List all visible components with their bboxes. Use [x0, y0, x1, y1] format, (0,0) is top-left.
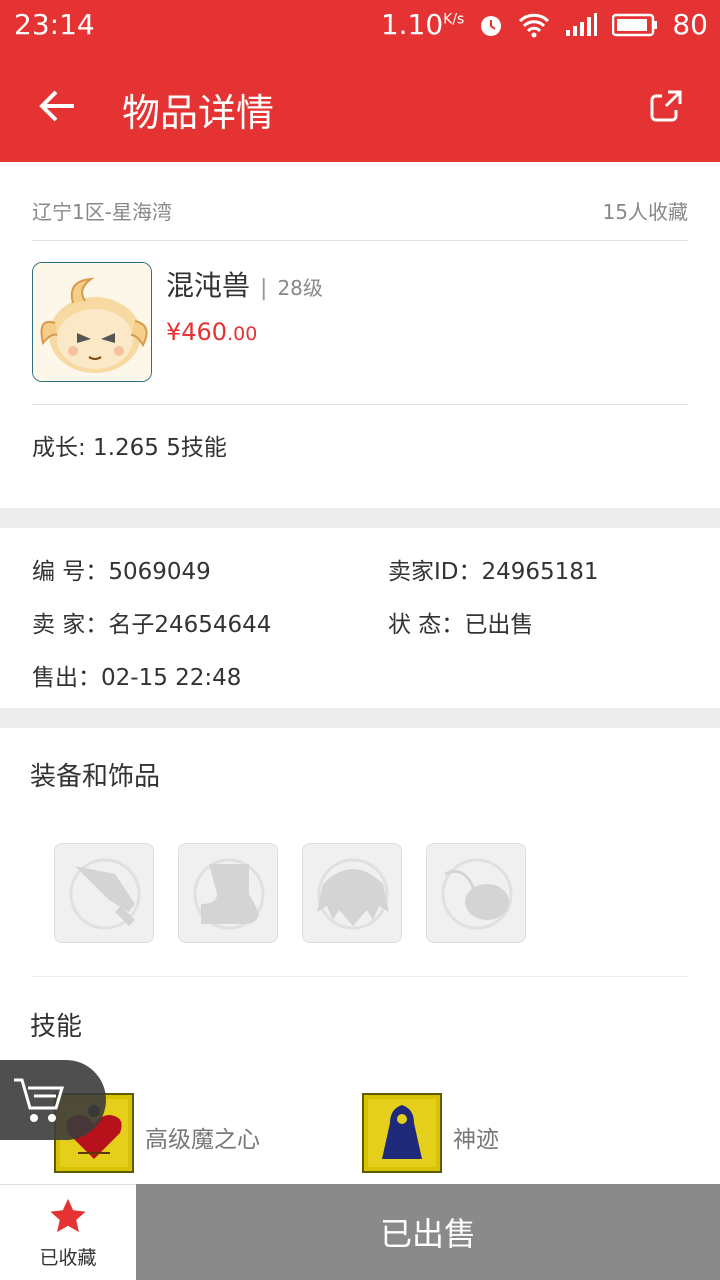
status-indicators: 1.10K/s 80 [381, 8, 708, 41]
boots-slot[interactable] [178, 843, 278, 943]
item-number: 编 号：5069049 [32, 559, 211, 585]
status-bar: 23:14 1.10K/s 80 [0, 0, 720, 50]
divider [32, 976, 688, 977]
chaos-beast-image [33, 263, 151, 381]
wifi-icon [519, 13, 550, 37]
app-header: 23:14 1.10K/s 80 物品详情 [0, 0, 720, 162]
page-title: 物品详情 [122, 91, 275, 135]
weapon-icon [69, 858, 141, 930]
battery-level: 80 [672, 8, 708, 41]
sold-time: 售出：02-15 22:48 [32, 665, 242, 691]
alarm-icon [481, 15, 502, 36]
pet-avatar [32, 262, 152, 382]
seller-id: 卖家ID：24965181 [388, 559, 599, 585]
star-icon [50, 1198, 86, 1233]
favorite-button[interactable]: 已收藏 [0, 1184, 136, 1280]
armor-icon [317, 858, 389, 930]
name-separator: | [260, 276, 268, 301]
signal-icon [566, 12, 598, 36]
favorite-count: 15人收藏 [602, 200, 688, 224]
skill-name: 高级魔之心 [145, 1127, 260, 1153]
battery-icon [612, 13, 658, 36]
back-arrow-icon[interactable] [38, 86, 78, 126]
pet-name: 混沌兽 [166, 269, 251, 302]
miracle-icon [368, 1099, 436, 1167]
item-status: 状 态：已出售 [388, 612, 534, 638]
section-gap [0, 708, 720, 728]
accessory-slot[interactable] [426, 843, 526, 943]
share-icon[interactable] [648, 88, 684, 124]
skill-name: 神迹 [453, 1127, 499, 1153]
boots-icon [193, 858, 265, 930]
pet-level: 28级 [277, 276, 323, 300]
accessory-icon [441, 858, 513, 930]
divider [32, 240, 688, 241]
price: ¥460.00 [166, 318, 257, 346]
pet-name-row: 混沌兽 | 28级 [166, 264, 323, 304]
growth-info: 成长: 1.265 5技能 [32, 435, 227, 461]
cart-button[interactable] [0, 1060, 106, 1140]
seller-name: 卖 家：名子24654644 [32, 612, 272, 638]
network-speed: 1.10K/s [380, 8, 465, 41]
equipment-title: 装备和饰品 [30, 762, 161, 792]
skills-title: 技能 [30, 1012, 83, 1042]
armor-slot[interactable] [302, 843, 402, 943]
status-time: 23:14 [14, 8, 95, 41]
sold-status-button: 已出售 [136, 1184, 720, 1280]
weapon-slot[interactable] [54, 843, 154, 943]
sold-status-label: 已出售 [379, 1215, 476, 1253]
nav-bar: 物品详情 [0, 60, 720, 160]
server-name: 辽宁1区-星海湾 [32, 200, 172, 224]
price-main: ¥460 [166, 318, 228, 346]
divider [32, 404, 688, 405]
favorite-label: 已收藏 [39, 1247, 97, 1269]
section-gap [0, 508, 720, 528]
cart-icon [14, 1078, 65, 1122]
skill-icon-miracle[interactable] [362, 1093, 442, 1173]
price-decimal: .00 [227, 323, 258, 345]
